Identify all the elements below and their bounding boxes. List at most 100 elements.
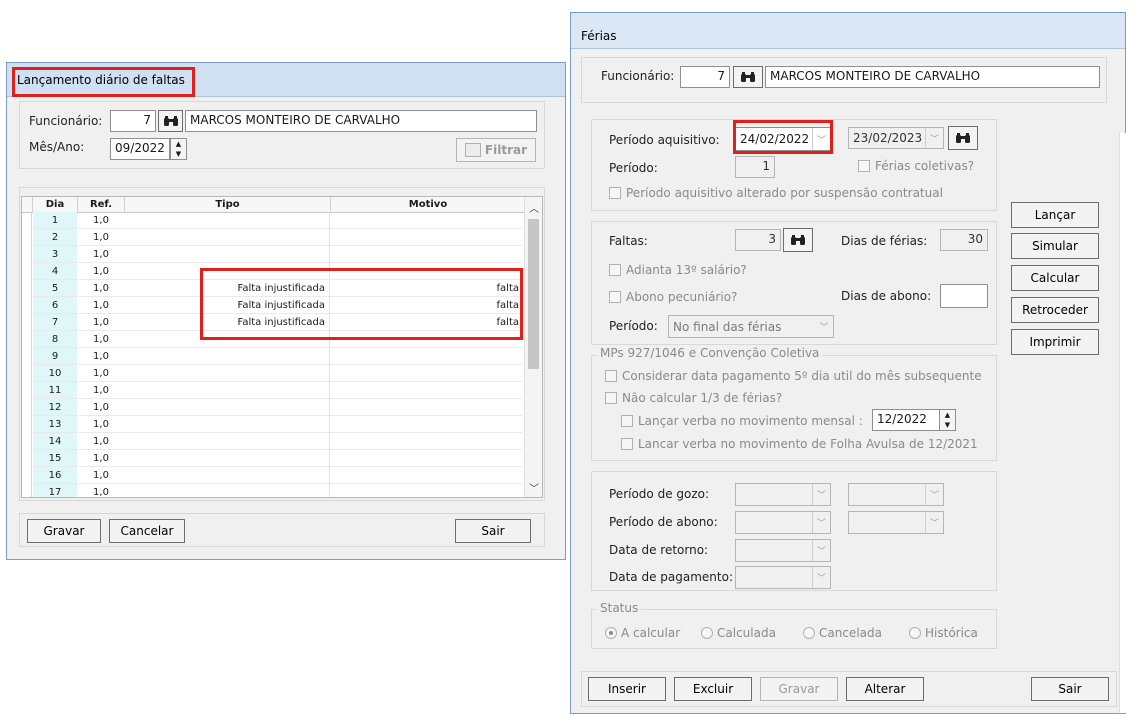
cell-ref[interactable]: 1,0 <box>78 484 124 498</box>
ferias-sair-button[interactable]: Sair <box>1031 677 1109 701</box>
cell-ref[interactable]: 1,0 <box>78 416 124 433</box>
ferias-func-search-button[interactable] <box>733 66 763 88</box>
table-row[interactable]: 2 1,0 <box>22 229 522 246</box>
cell-ref[interactable]: 1,0 <box>78 331 124 348</box>
cell-tipo[interactable]: Falta injustificada <box>125 314 330 331</box>
cell-ref[interactable]: 1,0 <box>78 229 124 246</box>
func-search-button[interactable] <box>158 110 183 132</box>
table-row[interactable]: 13 1,0 <box>22 416 522 433</box>
table-row[interactable]: 12 1,0 <box>22 399 522 416</box>
cell-dia[interactable]: 14 <box>33 433 77 450</box>
chevron-down-icon[interactable]: ﹀ <box>815 316 833 337</box>
periodo-field[interactable]: 1 <box>735 156 775 178</box>
status-calculada-radio[interactable]: Calculada <box>701 626 776 640</box>
faltas-sair-button[interactable]: Sair <box>455 519 531 543</box>
alterar-button[interactable]: Alterar <box>846 677 924 701</box>
ferias-func-name-field[interactable]: MARCOS MONTEIRO DE CARVALHO <box>765 66 1100 88</box>
faltas-grid[interactable]: Dia Ref. Tipo Motivo 1 1,0 2 1,0 3 1,0 4 1,0 5 1,… <box>21 196 543 498</box>
cell-motivo[interactable] <box>330 433 522 450</box>
table-row[interactable]: 10 1,0 <box>22 365 522 382</box>
chevron-down-icon[interactable]: ﹀ <box>925 128 943 148</box>
adianta-checkbox[interactable]: Adianta 13º salário? <box>609 263 747 277</box>
grid-scrollbar[interactable]: ︿ ﹀ <box>524 197 542 497</box>
cell-motivo[interactable] <box>330 212 522 229</box>
cell-ref[interactable]: 1,0 <box>78 246 124 263</box>
cell-ref[interactable]: 1,0 <box>78 263 124 280</box>
cell-ref[interactable]: 1,0 <box>78 450 124 467</box>
periodo-search-button[interactable] <box>948 126 978 150</box>
periodo-aq-end-combo[interactable]: 23/02/2023 ﹀ <box>848 127 944 149</box>
dias-abono-field[interactable] <box>940 284 988 308</box>
cell-dia[interactable]: 6 <box>33 297 77 314</box>
table-row[interactable]: 3 1,0 <box>22 246 522 263</box>
col-tipo-header[interactable]: Tipo <box>125 197 331 213</box>
retorno-combo[interactable]: ﹀ <box>735 539 831 562</box>
gozo-start-combo[interactable]: ﹀ <box>735 483 831 506</box>
periodo-aq-start-combo[interactable]: 24/02/2022 ﹀ <box>735 127 831 151</box>
scroll-up-icon[interactable]: ︿ <box>525 199 542 215</box>
cell-motivo[interactable] <box>330 399 522 416</box>
cell-motivo[interactable] <box>330 450 522 467</box>
table-row[interactable]: 5 1,0 Falta injustificada falta <box>22 280 522 297</box>
cell-tipo[interactable]: Falta injustificada <box>125 280 330 297</box>
mes-field[interactable]: 09/2022 <box>110 138 170 160</box>
chevron-down-icon[interactable]: ﹀ <box>812 567 830 588</box>
cell-dia[interactable]: 2 <box>33 229 77 246</box>
cell-tipo[interactable] <box>125 467 330 484</box>
cell-motivo[interactable] <box>330 484 522 497</box>
simular-button[interactable]: Simular <box>1011 233 1099 259</box>
imprimir-button[interactable]: Imprimir <box>1011 329 1099 355</box>
abono-end-combo[interactable]: ﹀ <box>848 511 944 534</box>
lancar-button[interactable]: Lançar <box>1011 202 1099 228</box>
lancar-mensal-field[interactable]: 12/2022 <box>872 409 940 431</box>
chevron-down-icon[interactable]: ﹀ <box>812 512 830 533</box>
cell-dia[interactable]: 12 <box>33 399 77 416</box>
ferias-func-code-field[interactable]: 7 <box>680 66 730 88</box>
table-row[interactable]: 11 1,0 <box>22 382 522 399</box>
cell-tipo[interactable] <box>125 382 330 399</box>
cell-ref[interactable]: 1,0 <box>78 467 124 484</box>
status-historica-radio[interactable]: Histórica <box>909 626 978 640</box>
cell-dia[interactable]: 16 <box>33 467 77 484</box>
cell-ref[interactable]: 1,0 <box>78 348 124 365</box>
table-row[interactable]: 14 1,0 <box>22 433 522 450</box>
cell-tipo[interactable] <box>125 416 330 433</box>
chevron-down-icon[interactable]: ﹀ <box>925 484 943 505</box>
cell-motivo[interactable] <box>330 382 522 399</box>
table-row[interactable]: 6 1,0 Falta injustificada falta <box>22 297 522 314</box>
nao-calcular-checkbox[interactable]: Não calcular 1/3 de férias? <box>605 391 782 405</box>
cell-motivo[interactable]: falta <box>330 297 522 314</box>
cell-dia[interactable]: 9 <box>33 348 77 365</box>
cell-motivo[interactable]: falta <box>330 280 522 297</box>
lancar-mensal-checkbox[interactable]: Lançar verba no movimento mensal : <box>621 414 863 428</box>
cell-ref[interactable]: 1,0 <box>78 297 124 314</box>
cell-motivo[interactable] <box>330 246 522 263</box>
retroceder-button[interactable]: Retroceder <box>1011 297 1099 323</box>
cell-tipo[interactable] <box>125 212 330 229</box>
inserir-button[interactable]: Inserir <box>588 677 666 701</box>
ferias-coletivas-checkbox[interactable]: Férias coletivas? <box>858 159 974 173</box>
scroll-down-icon[interactable]: ﹀ <box>525 479 542 495</box>
chevron-down-icon[interactable]: ﹀ <box>812 128 830 150</box>
cell-ref[interactable]: 1,0 <box>78 433 124 450</box>
cell-tipo[interactable] <box>125 399 330 416</box>
lancar-avulsa-checkbox[interactable]: Lancar verba no movimento de Folha Avuls… <box>621 437 978 451</box>
ferias-gravar-button[interactable]: Gravar <box>760 677 838 701</box>
mes-spinner[interactable]: ▲ ▼ <box>170 138 187 160</box>
considerar-checkbox[interactable]: Considerar data pagamento 5º dia util do… <box>605 369 982 383</box>
dias-ferias-field[interactable]: 30 <box>940 229 988 251</box>
calcular-button[interactable]: Calcular <box>1011 265 1099 291</box>
status-a-calcular-radio[interactable]: A calcular <box>605 626 680 640</box>
cell-ref[interactable]: 1,0 <box>78 212 124 229</box>
abono-checkbox[interactable]: Abono pecuniário? <box>609 290 737 304</box>
func-name-field[interactable]: MARCOS MONTEIRO DE CARVALHO <box>185 110 537 132</box>
cell-ref[interactable]: 1,0 <box>78 280 124 297</box>
table-row[interactable]: 8 1,0 <box>22 331 522 348</box>
cell-dia[interactable]: 15 <box>33 450 77 467</box>
cell-tipo[interactable] <box>125 484 330 497</box>
table-row[interactable]: 17 1,0 <box>22 484 522 498</box>
table-row[interactable]: 9 1,0 <box>22 348 522 365</box>
cell-dia[interactable]: 17 <box>33 484 77 497</box>
table-row[interactable]: 7 1,0 Falta injustificada falta <box>22 314 522 331</box>
table-row[interactable]: 15 1,0 <box>22 450 522 467</box>
